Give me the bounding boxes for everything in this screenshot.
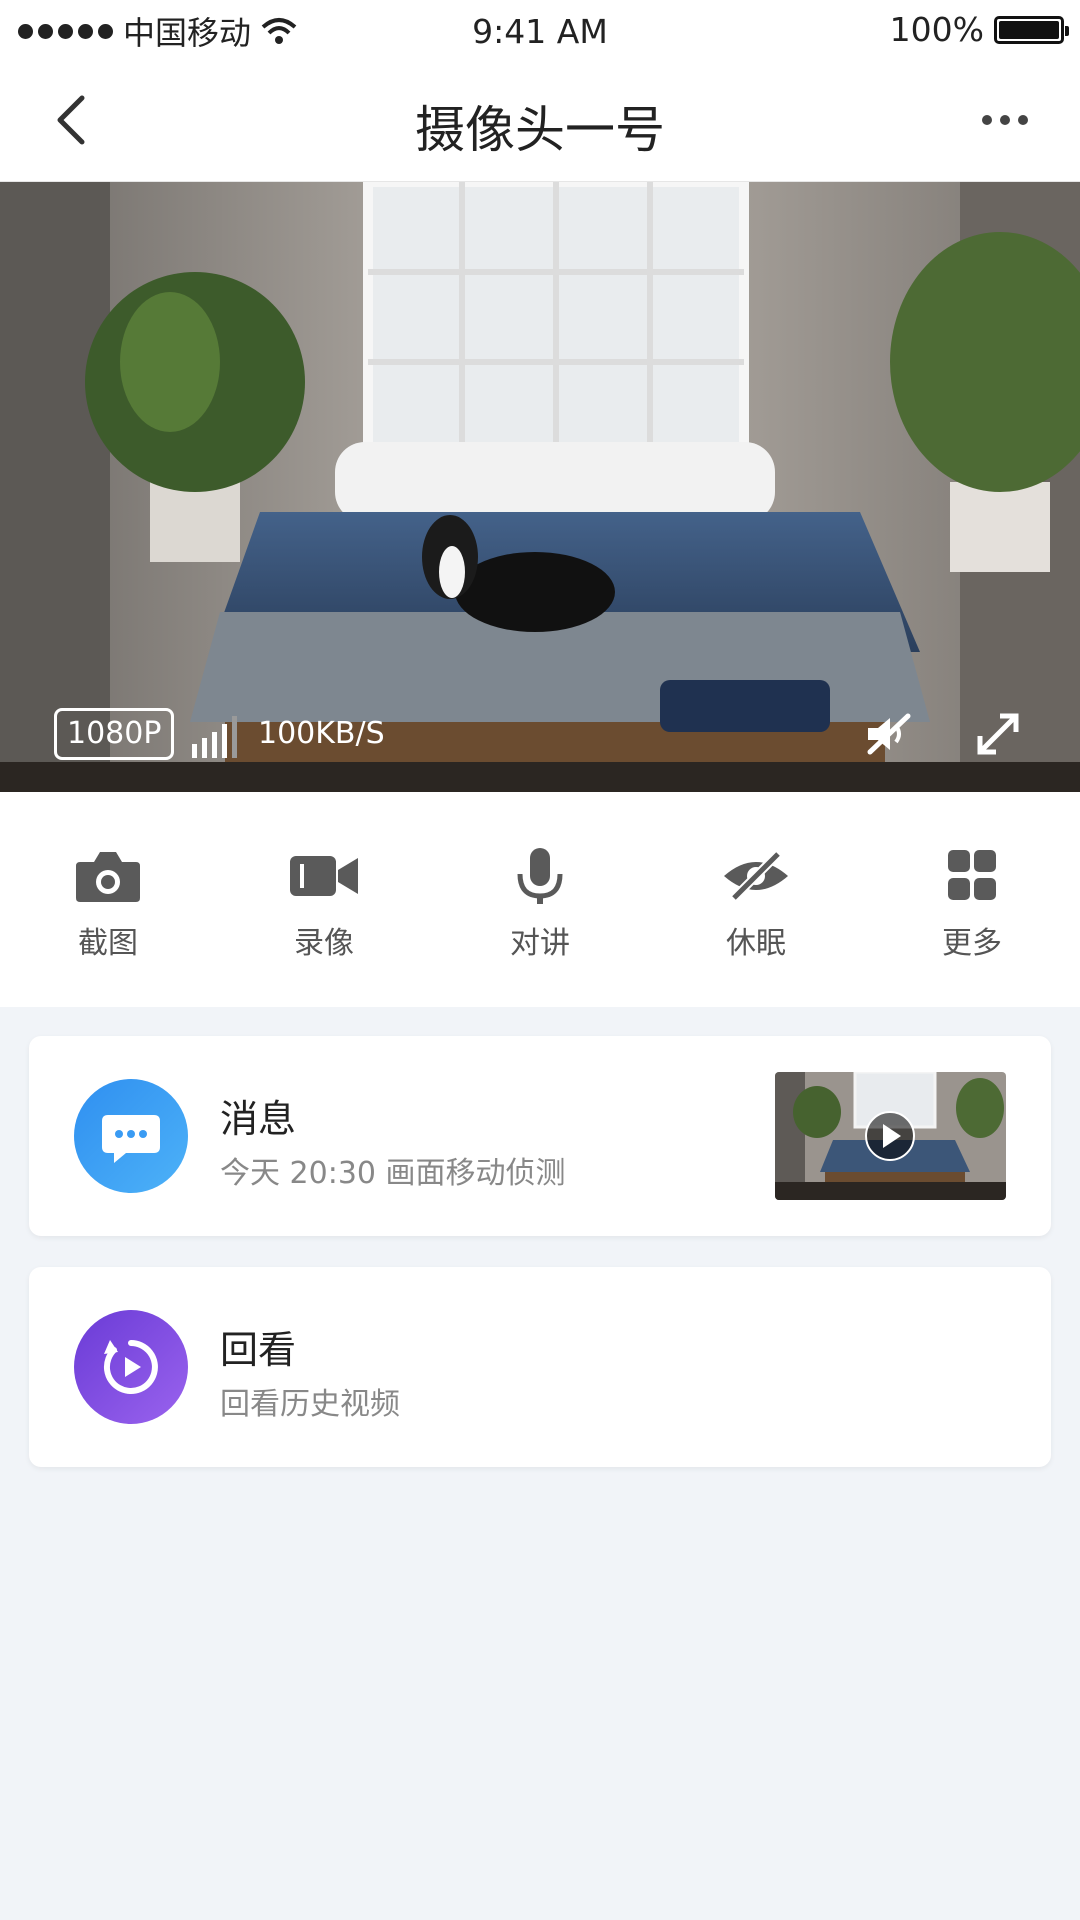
page-title: 摄像头一号: [415, 101, 665, 159]
control-label: 更多: [942, 926, 1002, 961]
status-bar: 中国移动 9:41 AM 100%: [0, 0, 1080, 60]
more-dots-icon: [982, 115, 1028, 125]
control-label: 对讲: [510, 926, 570, 961]
sleep-button[interactable]: 休眠: [681, 846, 831, 962]
grid-icon: [948, 850, 996, 900]
signal-strength-icon: [192, 716, 237, 758]
battery-percent: 100%: [889, 10, 984, 49]
control-label: 截图: [78, 926, 138, 961]
more-controls-button[interactable]: 更多: [897, 846, 1047, 962]
record-button[interactable]: 录像: [249, 846, 399, 962]
fullscreen-icon[interactable]: [972, 708, 1024, 760]
status-right: 100%: [889, 10, 1069, 49]
event-thumbnail[interactable]: [775, 1072, 1006, 1200]
camera-feed-image: [0, 182, 1080, 792]
control-toolbar: 截图 录像 对讲 休眠 更多: [0, 792, 1080, 1007]
resolution-badge[interactable]: 1080P: [54, 708, 175, 760]
screenshot-button[interactable]: 截图: [33, 846, 183, 962]
eye-off-icon: [724, 850, 788, 902]
microphone-icon: [517, 848, 563, 904]
camera-icon: [76, 852, 140, 902]
control-label: 录像: [294, 926, 354, 961]
video-camera-icon: [290, 856, 358, 896]
playback-subtitle: 回看历史视频: [220, 1387, 400, 1422]
mute-icon[interactable]: [862, 708, 914, 760]
network-speed: 100KB/S: [258, 716, 385, 751]
play-icon: [865, 1111, 915, 1161]
navigation-bar: 摄像头一号: [0, 60, 1080, 182]
replay-icon: [74, 1310, 188, 1424]
live-video-view[interactable]: 1080P 100KB/S: [0, 182, 1080, 792]
battery-icon: [994, 15, 1069, 44]
playback-title: 回看: [220, 1328, 297, 1372]
more-button[interactable]: [970, 90, 1040, 150]
message-subtitle: 今天 20:30 画面移动侦测: [220, 1156, 566, 1191]
control-label: 休眠: [726, 926, 786, 961]
playback-card[interactable]: 回看 回看历史视频: [29, 1267, 1051, 1467]
message-card[interactable]: 消息 今天 20:30 画面移动侦测: [29, 1036, 1051, 1236]
message-title: 消息: [220, 1097, 297, 1141]
message-icon: [74, 1079, 188, 1193]
intercom-button[interactable]: 对讲: [465, 846, 615, 962]
